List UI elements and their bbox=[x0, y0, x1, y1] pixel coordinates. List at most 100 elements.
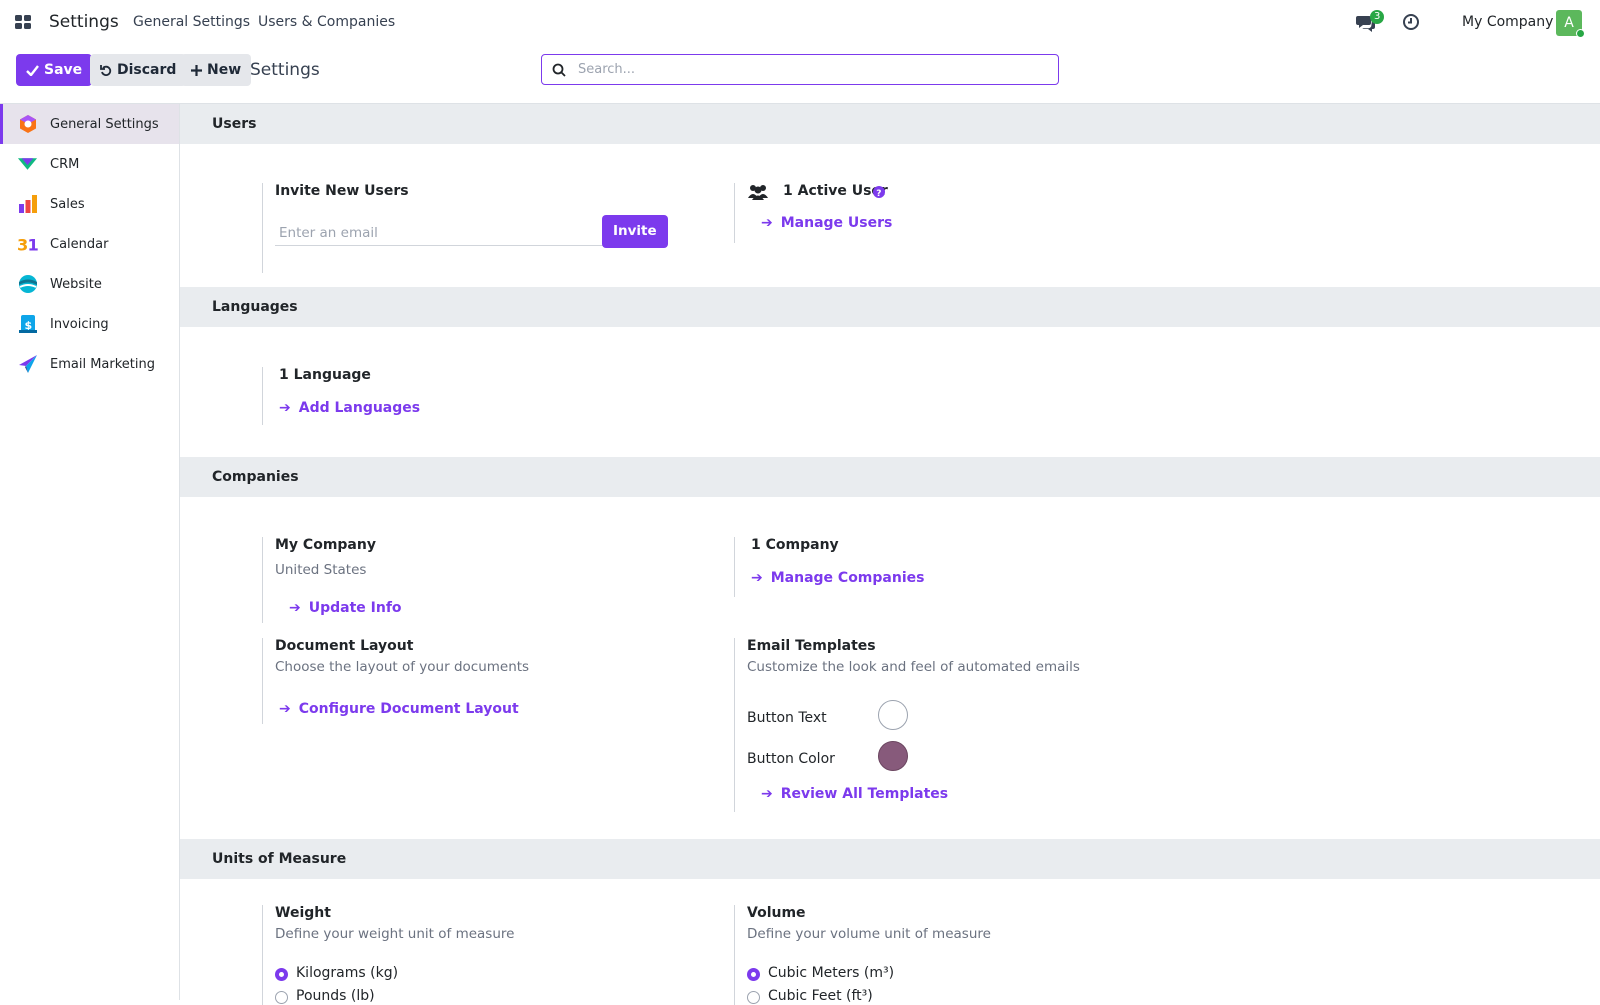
new-label: New bbox=[207, 62, 242, 78]
language-count: 1 Language bbox=[279, 367, 371, 383]
sidebar-item-invoicing[interactable]: $ Invoicing bbox=[0, 304, 179, 344]
check-icon bbox=[26, 64, 39, 76]
radio-kilograms[interactable] bbox=[275, 968, 288, 981]
arrow-right-icon: ➔ bbox=[289, 600, 301, 616]
sidebar-item-label: Calendar bbox=[50, 236, 109, 252]
weight-title: Weight bbox=[275, 905, 331, 921]
section-companies-heading: Companies bbox=[180, 457, 1600, 497]
sidebar-item-general-settings[interactable]: General Settings bbox=[0, 104, 179, 144]
discard-label: Discard bbox=[117, 62, 177, 78]
discard-button[interactable]: Discard bbox=[90, 54, 187, 86]
sidebar-item-label: Website bbox=[50, 276, 102, 292]
sidebar-item-website[interactable]: Website bbox=[0, 264, 179, 304]
app-name[interactable]: Settings bbox=[49, 12, 119, 32]
page-title: Settings bbox=[250, 60, 320, 80]
manage-companies-link[interactable]: ➔ Manage Companies bbox=[751, 570, 924, 586]
add-languages-label: Add Languages bbox=[298, 400, 421, 416]
general-settings-icon bbox=[17, 114, 38, 135]
company-name: My Company bbox=[275, 537, 376, 553]
kilograms-label: Kilograms (kg) bbox=[296, 965, 399, 981]
invoicing-icon: $ bbox=[17, 314, 38, 335]
sidebar-item-crm[interactable]: CRM bbox=[0, 144, 179, 184]
sidebar-item-label: Email Marketing bbox=[50, 356, 155, 372]
pounds-label: Pounds (lb) bbox=[296, 988, 375, 1004]
email-templates-title: Email Templates bbox=[747, 638, 876, 654]
activity-clock-icon[interactable] bbox=[1402, 13, 1420, 31]
chat-count-badge: 3 bbox=[1370, 10, 1385, 24]
company-switcher[interactable]: My Company bbox=[1462, 14, 1553, 30]
control-panel: Save Discard New Settings bbox=[0, 46, 1600, 104]
sidebar-item-label: General Settings bbox=[50, 116, 159, 132]
section-languages-heading: Languages bbox=[180, 287, 1600, 327]
users-icon bbox=[748, 185, 768, 200]
invite-users-block: Invite New Users Invite bbox=[262, 183, 682, 273]
button-text-label: Button Text bbox=[747, 710, 827, 726]
arrow-right-icon: ➔ bbox=[279, 701, 291, 717]
new-button[interactable]: New bbox=[181, 54, 252, 86]
search-input[interactable] bbox=[578, 62, 1018, 77]
invite-email-input[interactable] bbox=[275, 221, 607, 246]
company-info-block: My Company United States ➔ Update Info bbox=[262, 537, 682, 623]
sidebar-item-label: Sales bbox=[50, 196, 85, 212]
undo-icon bbox=[100, 65, 112, 76]
crm-icon bbox=[17, 154, 38, 175]
configure-document-layout-label: Configure Document Layout bbox=[298, 701, 519, 717]
nav-general-settings[interactable]: General Settings bbox=[133, 14, 250, 30]
radio-cubic-feet[interactable] bbox=[747, 991, 760, 1004]
radio-cubic-meters[interactable] bbox=[747, 968, 760, 981]
email-templates-desc: Customize the look and feel of automated… bbox=[747, 659, 1080, 675]
document-layout-title: Document Layout bbox=[275, 638, 414, 654]
arrow-right-icon: ➔ bbox=[761, 215, 773, 231]
plus-icon bbox=[191, 64, 202, 76]
section-uom-heading: Units of Measure bbox=[180, 839, 1600, 879]
nav-users-companies[interactable]: Users & Companies bbox=[258, 14, 395, 30]
manage-users-link[interactable]: ➔ Manage Users bbox=[761, 215, 892, 231]
document-layout-block: Document Layout Choose the layout of you… bbox=[262, 638, 682, 724]
button-text-color-swatch[interactable] bbox=[878, 700, 908, 730]
calendar-icon: 31 bbox=[17, 234, 38, 255]
save-button[interactable]: Save bbox=[16, 54, 93, 86]
settings-content: Users Invite New Users Invite 1 Active U… bbox=[180, 104, 1600, 1005]
companies-count: 1 Company bbox=[751, 537, 839, 553]
cubic-feet-label: Cubic Feet (ft³) bbox=[768, 988, 873, 1004]
website-icon bbox=[17, 274, 38, 295]
button-color-swatch[interactable] bbox=[878, 741, 908, 771]
configure-document-layout-link[interactable]: ➔ Configure Document Layout bbox=[279, 701, 519, 717]
companies-count-block: 1 Company ➔ Manage Companies bbox=[734, 537, 1134, 597]
update-info-link[interactable]: ➔ Update Info bbox=[289, 600, 402, 616]
update-info-label: Update Info bbox=[308, 600, 402, 616]
volume-desc: Define your volume unit of measure bbox=[747, 926, 991, 942]
volume-title: Volume bbox=[747, 905, 806, 921]
invite-users-label: Invite New Users bbox=[275, 183, 409, 199]
sidebar-item-email-marketing[interactable]: Email Marketing bbox=[0, 344, 179, 384]
radio-pounds[interactable] bbox=[275, 991, 288, 1004]
active-users-block: 1 Active User ? ➔ Manage Users bbox=[734, 183, 1134, 243]
volume-block: Volume Define your volume unit of measur… bbox=[734, 905, 1234, 1005]
weight-desc: Define your weight unit of measure bbox=[275, 926, 515, 942]
svg-text:?: ? bbox=[876, 189, 881, 198]
add-languages-link[interactable]: ➔ Add Languages bbox=[279, 400, 420, 416]
arrow-right-icon: ➔ bbox=[761, 786, 773, 802]
sidebar-item-label: CRM bbox=[50, 156, 80, 172]
sidebar-item-sales[interactable]: Sales bbox=[0, 184, 179, 224]
company-country: United States bbox=[275, 562, 367, 578]
section-users-heading: Users bbox=[180, 104, 1600, 144]
sidebar-item-calendar[interactable]: 31 Calendar bbox=[0, 224, 179, 264]
invite-button[interactable]: Invite bbox=[602, 215, 668, 248]
button-color-label: Button Color bbox=[747, 751, 835, 767]
online-status-dot bbox=[1576, 29, 1585, 38]
sidebar-item-label: Invoicing bbox=[50, 316, 109, 332]
svg-text:1: 1 bbox=[28, 236, 39, 254]
help-icon[interactable]: ? bbox=[873, 186, 885, 198]
arrow-right-icon: ➔ bbox=[751, 570, 763, 586]
top-navbar: Settings General Settings Users & Compan… bbox=[0, 0, 1600, 46]
search-icon bbox=[552, 63, 566, 77]
search-bar[interactable] bbox=[541, 54, 1059, 85]
save-label: Save bbox=[44, 62, 83, 78]
review-all-templates-link[interactable]: ➔ Review All Templates bbox=[761, 786, 948, 802]
weight-block: Weight Define your weight unit of measur… bbox=[262, 905, 682, 1005]
document-layout-desc: Choose the layout of your documents bbox=[275, 659, 530, 675]
app-menu-icon[interactable] bbox=[15, 15, 31, 29]
manage-companies-label: Manage Companies bbox=[770, 570, 925, 586]
sales-icon bbox=[17, 194, 38, 215]
